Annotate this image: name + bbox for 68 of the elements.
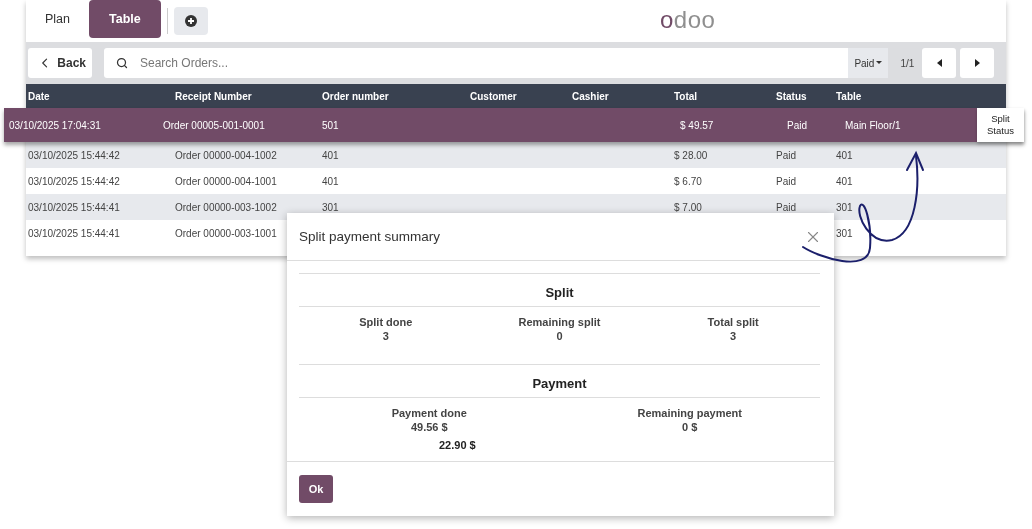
view-tab[interactable]: Plan	[26, 0, 90, 38]
stat-value: 3	[382, 330, 389, 342]
table-cell: 301	[836, 201, 853, 213]
table-cell: Main Floor/1	[845, 119, 901, 131]
caret-right-icon	[974, 59, 980, 67]
stat-label: Split done	[359, 316, 413, 328]
table-row[interactable]: 03/10/2025 15:44:42 Order 00000-004-1001 401 $ 6.70 Paid 401	[26, 168, 1006, 194]
section-heading: Split	[544, 284, 575, 302]
table-cell: Order 00000-004-1002	[175, 149, 277, 161]
table-cell: 401	[322, 149, 339, 161]
table-cell: $ 49.57	[680, 119, 714, 131]
stat-value: 0 $	[682, 421, 698, 433]
table-cell: 03/10/2025 15:44:42	[28, 175, 120, 187]
add-button[interactable]	[173, 7, 208, 35]
column-header: Total	[674, 90, 699, 102]
stat-label: Payment done	[391, 407, 467, 419]
search-icon	[116, 57, 128, 69]
table-cell: Paid	[776, 175, 796, 187]
next-button[interactable]	[960, 48, 994, 78]
plus-circle-icon	[184, 15, 197, 27]
view-tab[interactable]: Table	[89, 0, 161, 38]
table-cell: $ 7.00	[674, 201, 702, 213]
table-cell: 301	[322, 201, 339, 213]
table-cell: Paid	[776, 201, 796, 213]
table-row[interactable]: 03/10/2025 15:44:42 Order 00000-004-1002 401 $ 28.00 Paid 401	[26, 142, 1006, 168]
logo: odoo	[660, 6, 716, 34]
stat-value: 0	[556, 330, 563, 342]
stat-label: Remaining split	[518, 316, 601, 328]
search-field[interactable]: Search Orders... Paid	[104, 48, 889, 78]
table-cell: 03/10/2025 17:04:31	[9, 119, 101, 131]
filter-dropdown[interactable]: Paid	[848, 48, 889, 78]
stat-value: 3	[730, 330, 737, 342]
table-cell: 401	[836, 149, 853, 161]
table-cell: 03/10/2025 15:44:41	[28, 227, 120, 239]
stat-label: Remaining payment	[637, 407, 742, 419]
column-header: Status	[776, 90, 808, 102]
stat-value: 49.56 $	[410, 421, 448, 433]
stat-label: Total split	[707, 316, 759, 328]
table-cell: 401	[322, 175, 339, 187]
table-cell: 03/10/2025 15:44:42	[28, 149, 120, 161]
split-status-button[interactable]: Split Status	[977, 108, 1024, 142]
table-cell: Order 00000-003-1002	[175, 201, 277, 213]
table-cell: 401	[836, 175, 853, 187]
ok-button[interactable]: Ok	[299, 475, 333, 503]
column-header: Table	[836, 90, 863, 102]
table-cell: 03/10/2025 15:44:41	[28, 201, 120, 213]
column-header: Cashier	[572, 90, 610, 102]
table-cell: Paid	[776, 149, 796, 161]
table-cell: $ 28.00	[674, 149, 708, 161]
table-cell: 301	[836, 227, 853, 239]
table-cell: Order 00005-001-0001	[163, 119, 265, 131]
table-cell: 501	[322, 119, 339, 131]
dialog-title: Split payment summary	[299, 229, 441, 244]
selected-row[interactable]: 03/10/2025 17:04:31 Order 00005-001-0001 501 $ 49.57 Paid Main Floor/1 Split Status	[4, 108, 1024, 142]
column-header: Receipt Number	[175, 90, 253, 102]
column-header: Date	[28, 90, 51, 102]
table-cell: $ 6.70	[674, 175, 702, 187]
section-heading: Payment	[531, 375, 588, 393]
column-header: Order number	[322, 90, 390, 102]
column-header: Customer	[470, 90, 518, 102]
previous-button[interactable]	[922, 48, 957, 78]
table-cell: Order 00000-004-1001	[175, 175, 277, 187]
table-cell: Order 00000-003-1001	[175, 227, 277, 239]
caret-icon	[876, 61, 883, 65]
back-button[interactable]: Back	[28, 48, 92, 78]
caret-left-icon	[936, 59, 942, 67]
table-cell: Paid	[787, 119, 807, 131]
pager-text: 1/1	[900, 57, 915, 69]
